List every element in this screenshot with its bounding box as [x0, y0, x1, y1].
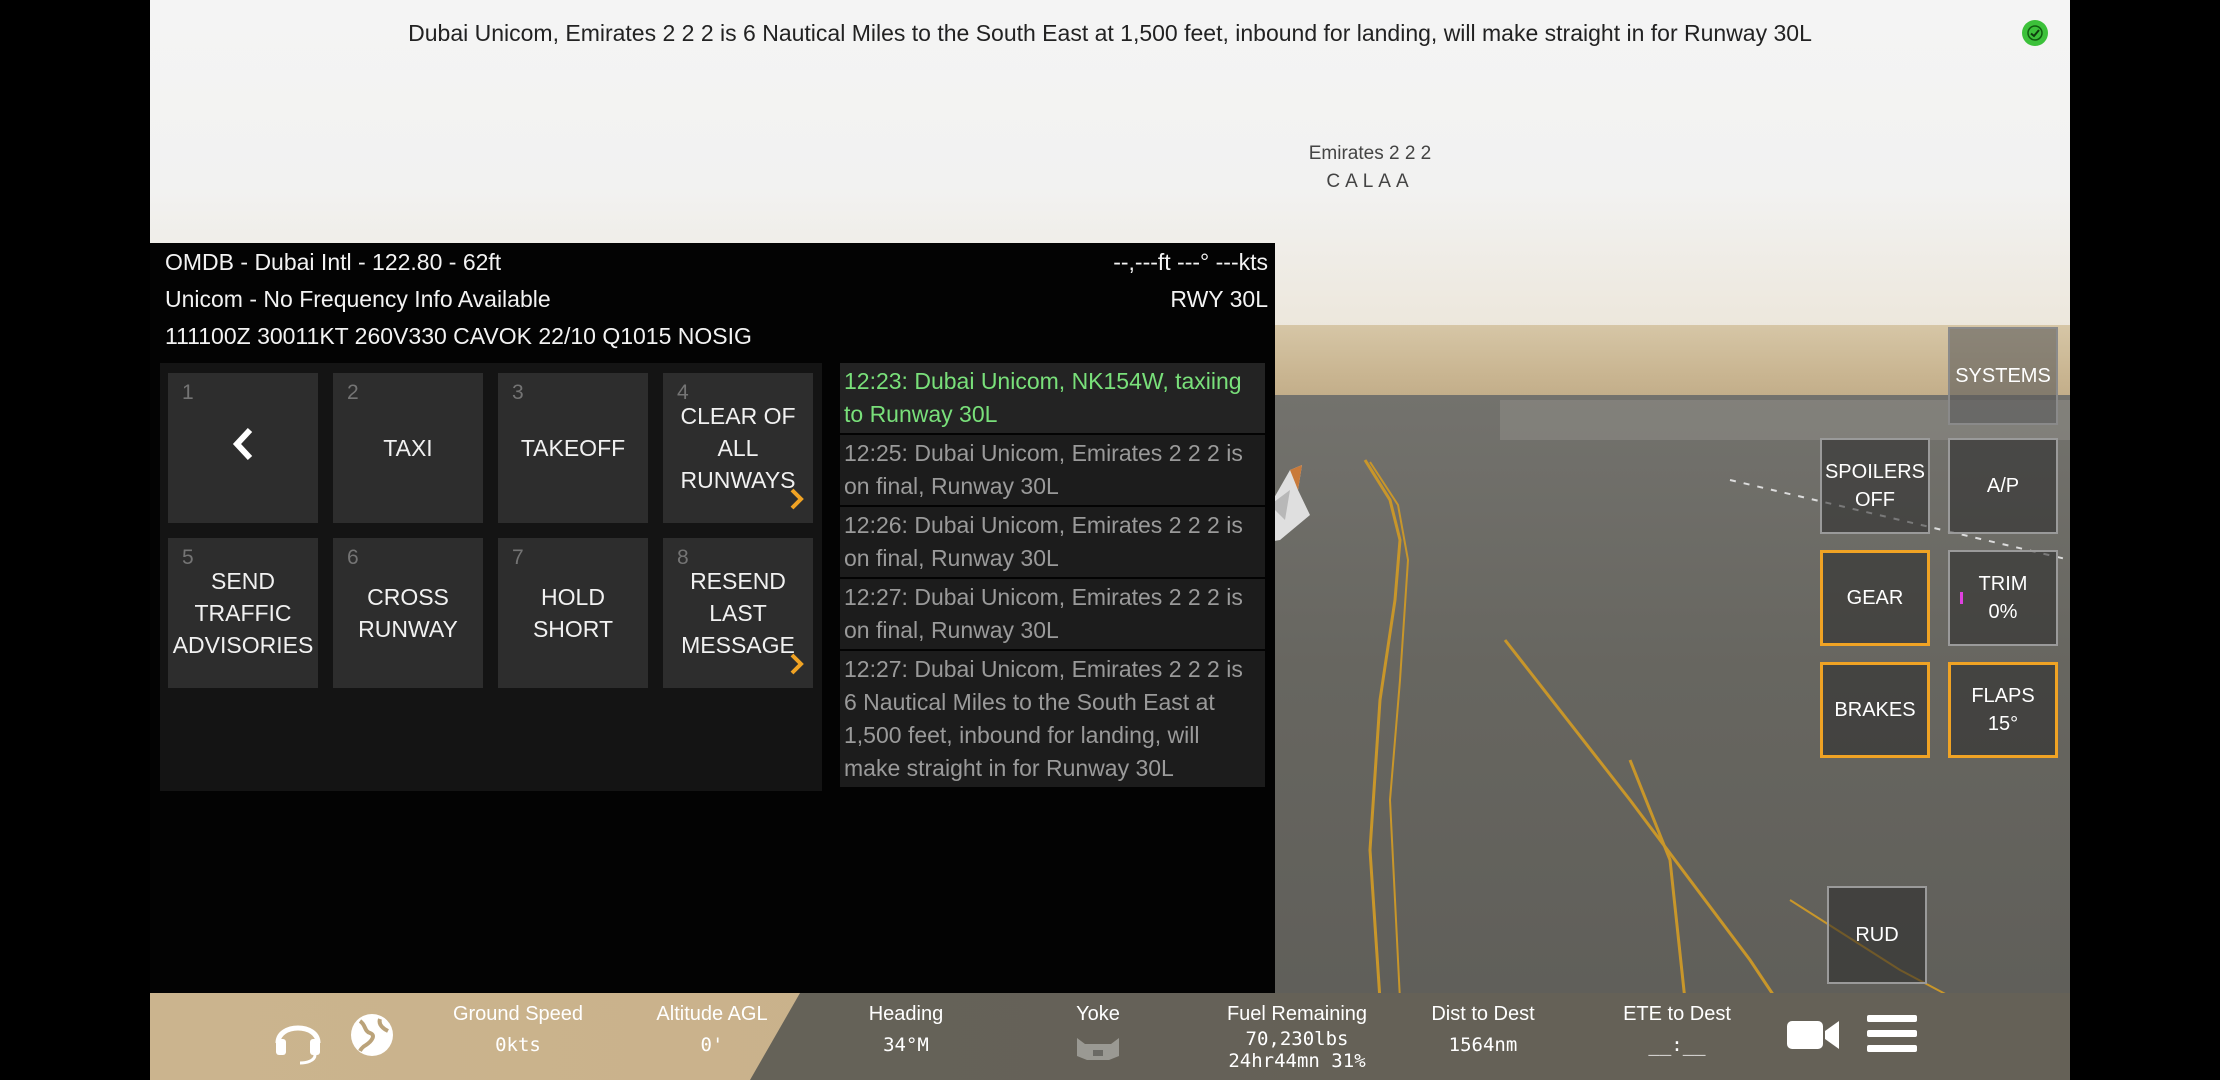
stat-label: Dist to Dest	[1431, 1003, 1535, 1025]
option-label: HOLD SHORT	[532, 584, 614, 642]
systems-label: SYSTEMS	[1955, 365, 2051, 387]
metar-info: 111100Z 30011KT 260V330 CAVOK 22/10 Q101…	[165, 323, 752, 349]
frequency-info: Unicom - No Frequency Info Available	[165, 286, 551, 312]
stat-value: 0kts	[495, 1034, 541, 1056]
log-message: 12:27: Dubai Unicom, Emirates 2 2 2 is o…	[840, 579, 1265, 649]
ete-stat: ETE to Dest __:__	[1587, 993, 1767, 1056]
option-number: 1	[182, 381, 194, 404]
hold-short-button[interactable]: 7 HOLD SHORT	[498, 538, 648, 688]
menu-icon[interactable]	[1865, 1011, 1919, 1061]
option-number: 2	[347, 381, 359, 404]
atc-message-log: 12:23: Dubai Unicom, NK154W, taxiing to …	[840, 363, 1265, 789]
gear-button[interactable]: GEAR	[1820, 550, 1930, 646]
flaps-label: FLAPS 15°	[1971, 685, 2035, 735]
trim-indicator	[1960, 592, 1963, 604]
atc-broadcast-text: Dubai Unicom, Emirates 2 2 2 is 6 Nautic…	[408, 20, 1812, 46]
log-message: 12:26: Dubai Unicom, Emirates 2 2 2 is o…	[840, 507, 1265, 577]
systems-button[interactable]: SYSTEMS	[1948, 327, 2058, 425]
check-icon	[2022, 20, 2048, 46]
flaps-button[interactable]: FLAPS 15°	[1948, 662, 2058, 758]
option-label: TAXI	[383, 435, 433, 461]
log-message: 12:27: Dubai Unicom, Emirates 2 2 2 is 6…	[840, 651, 1265, 787]
traffic-readout: --,---ft ---° ---kts	[1113, 249, 1268, 275]
traffic-registration: CALAA	[1326, 171, 1414, 192]
fuel-stat: Fuel Remaining 70,230lbs 24hr44mn 31%	[1202, 993, 1392, 1072]
stat-label: Yoke	[1076, 1003, 1120, 1025]
option-label: RESEND LAST MESSAGE	[681, 568, 795, 658]
airport-info: OMDB - Dubai Intl - 122.80 - 62ft	[165, 249, 502, 275]
option-number: 4	[677, 381, 689, 404]
status-bar: Ground Speed 0kts Altitude AGL 0' Headin…	[150, 993, 2070, 1080]
spoilers-button[interactable]: SPOILERS OFF	[1820, 438, 1930, 534]
taxi-button[interactable]: 2 TAXI	[333, 373, 483, 523]
stat-value: 70,230lbs	[1245, 1028, 1349, 1050]
brakes-label: BRAKES	[1834, 699, 1916, 721]
log-message: 12:25: Dubai Unicom, Emirates 2 2 2 is o…	[840, 435, 1265, 505]
log-message: 12:23: Dubai Unicom, NK154W, taxiing to …	[840, 363, 1265, 433]
gear-label: GEAR	[1846, 587, 1904, 609]
stat-label: Heading	[868, 1003, 944, 1025]
stat-label: ETE to Dest	[1623, 1003, 1731, 1025]
runway-info: RWY 30L	[1170, 286, 1268, 312]
option-label: SEND TRAFFIC ADVISORIES	[172, 568, 314, 658]
headset-icon[interactable]	[270, 1009, 326, 1069]
yoke-icon	[1008, 1030, 1188, 1068]
ground-speed-stat: Ground Speed 0kts	[428, 993, 608, 1056]
chevron-left-icon	[228, 424, 258, 472]
traffic-callsign: Emirates 2 2 2	[1308, 143, 1432, 164]
back-button[interactable]: 1	[168, 373, 318, 523]
resend-last-message-button[interactable]: 8 RESEND LAST MESSAGE	[663, 538, 813, 688]
option-label: TAKEOFF	[520, 435, 626, 461]
traffic-label: Emirates 2 2 2 CALAA	[1130, 140, 1610, 196]
camera-icon[interactable]	[1785, 1013, 1841, 1061]
rudder-label: RUD	[1855, 924, 1899, 946]
takeoff-button[interactable]: 3 TAKEOFF	[498, 373, 648, 523]
distance-stat: Dist to Dest 1564nm	[1393, 993, 1573, 1056]
heading-stat: Heading 34°M	[816, 993, 996, 1056]
trim-label: TRIM 0%	[1978, 573, 2028, 623]
atc-panel: OMDB - Dubai Intl - 122.80 - 62ft Unicom…	[150, 243, 1275, 993]
trim-button[interactable]: TRIM 0%	[1948, 550, 2058, 646]
stat-value: __:__	[1648, 1034, 1706, 1056]
clear-of-all-runways-button[interactable]: 4 CLEAR OF ALL RUNWAYS	[663, 373, 813, 523]
stat-label: Altitude AGL	[656, 1003, 768, 1025]
send-traffic-advisories-button[interactable]: 5 SEND TRAFFIC ADVISORIES	[168, 538, 318, 688]
option-number: 5	[182, 546, 194, 569]
chevron-right-icon	[789, 487, 805, 519]
autopilot-button[interactable]: A/P	[1948, 438, 2058, 534]
brakes-button[interactable]: BRAKES	[1820, 662, 1930, 758]
yoke-stat[interactable]: Yoke	[1008, 993, 1188, 1068]
stat-label: Ground Speed	[452, 1003, 584, 1025]
spoilers-label: SPOILERS OFF	[1824, 461, 1926, 511]
cross-runway-button[interactable]: 6 CROSS RUNWAY	[333, 538, 483, 688]
atc-options-grid: 1 2 TAXI 3 TAKEOFF 4 CLEAR OF ALL RUNWAY…	[160, 363, 822, 791]
stat-value: 34°M	[883, 1034, 929, 1056]
option-number: 6	[347, 546, 359, 569]
rudder-button[interactable]: RUD	[1827, 886, 1927, 984]
option-label: CROSS RUNWAY	[358, 584, 458, 642]
option-number: 7	[512, 546, 524, 569]
altitude-stat: Altitude AGL 0'	[622, 993, 802, 1056]
option-number: 8	[677, 546, 689, 569]
stat-value: 1564nm	[1448, 1034, 1518, 1056]
stat-label: Fuel Remaining	[1226, 1003, 1368, 1025]
option-label: CLEAR OF ALL RUNWAYS	[680, 403, 796, 493]
stat-value-secondary: 24hr44mn 31%	[1228, 1050, 1366, 1072]
globe-icon[interactable]	[348, 1011, 396, 1063]
chevron-right-icon	[789, 652, 805, 684]
option-number: 3	[512, 381, 524, 404]
stat-value: 0'	[700, 1034, 724, 1056]
autopilot-label: A/P	[1986, 475, 2020, 497]
